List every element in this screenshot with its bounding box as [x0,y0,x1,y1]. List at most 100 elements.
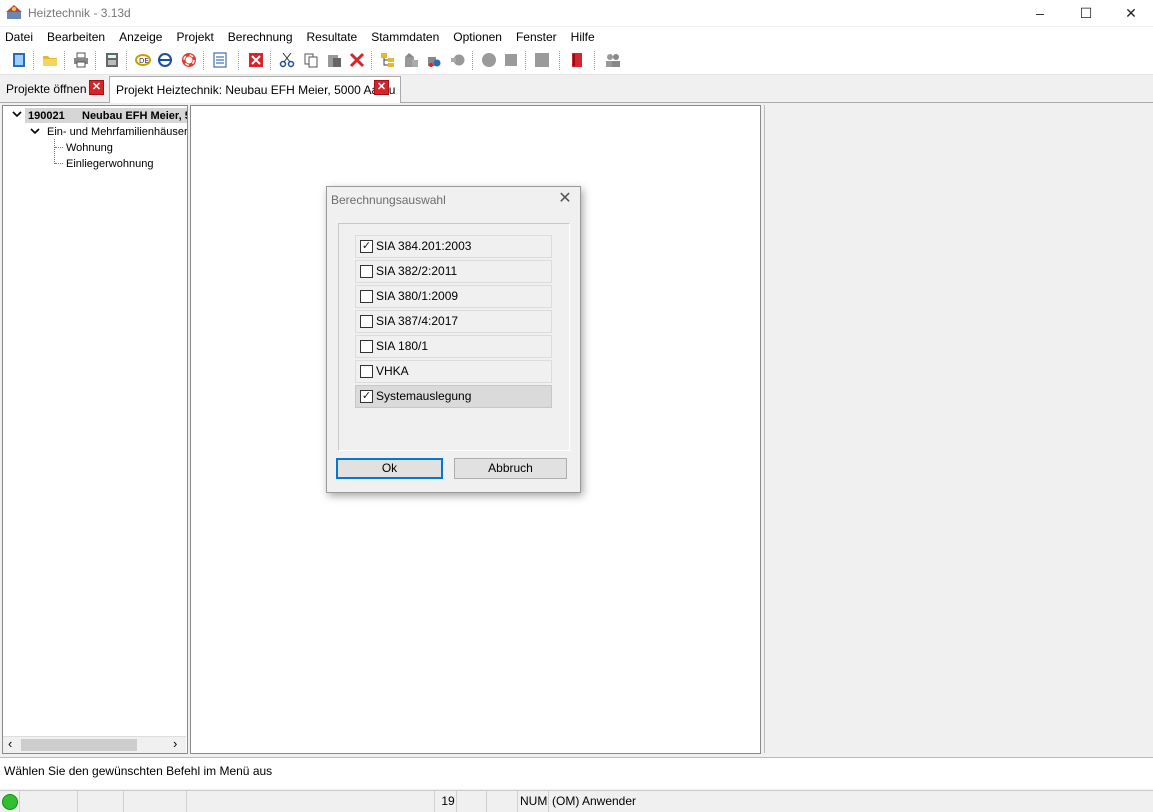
app-icon [6,4,22,20]
title-bar: Heiztechnik - 3.13d – ☐ ✕ [0,0,1153,26]
tree-horizontal-scrollbar[interactable]: ‹ › [3,736,186,753]
tree-item-label: Einliegerwohnung [66,158,154,170]
ok-button[interactable]: Ok [336,458,443,479]
status-bar: 19 NUM (OM) Anwender [0,790,1153,812]
new-project-icon[interactable] [10,51,28,69]
calculator-icon[interactable] [103,51,121,69]
window-title: Heiztechnik - 3.13d [28,6,131,20]
tab-project-heiztechnik[interactable]: Projekt Heiztechnik: Neubau EFH Meier, 5… [109,76,401,103]
option-label: SIA 180/1 [376,339,429,353]
checkbox[interactable] [360,340,373,353]
toolbar: DE [0,47,1153,75]
close-tab-projects-icon[interactable]: ✕ [89,80,104,95]
open-folder-icon[interactable] [41,51,59,69]
checkbox[interactable] [360,315,373,328]
dialog-close-icon[interactable]: ✕ [555,189,575,209]
expand-chevron-icon[interactable] [11,108,23,123]
menu-anzeige[interactable]: Anzeige [112,27,169,47]
option-sia-380-1[interactable]: SIA 380/1:2009 [355,285,552,308]
minimize-button[interactable]: – [1017,0,1063,26]
option-label: Systemauslegung [376,389,472,403]
menu-stammdaten[interactable]: Stammdaten [364,27,446,47]
tree-root-row[interactable]: 190021 Neubau EFH Meier, 50 [3,108,187,123]
checkbox[interactable] [360,365,373,378]
option-sia-384-201[interactable]: ✓ SIA 384.201:2003 [355,235,552,258]
tree-group-label: Ein- und Mehrfamilienhäuser [47,126,188,138]
scrollbar-thumb[interactable] [21,739,137,751]
users-icon[interactable] [604,51,622,69]
delete-box-icon[interactable] [247,51,265,69]
status-message-bar: Wählen Sie den gewünschten Befehl im Men… [0,757,1153,789]
expand-chevron-icon[interactable] [29,125,41,140]
sync-icon[interactable] [156,51,174,69]
building-gray-icon[interactable] [402,51,420,69]
building-color-icon[interactable] [425,51,443,69]
menu-hilfe[interactable]: Hilfe [564,27,602,47]
status-cell [19,791,78,812]
language-icon[interactable]: DE [134,51,152,69]
menu-bearbeiten[interactable]: Bearbeiten [40,27,112,47]
tree-item-wohnung[interactable]: Wohnung [3,140,187,155]
stop-icon[interactable] [502,51,520,69]
status-cell [123,791,187,812]
tree-structure-icon[interactable] [379,51,397,69]
tab-project-label: Projekt Heiztechnik: Neubau EFH Meier, 5… [116,83,396,97]
settings-gray-icon[interactable] [449,51,467,69]
status-num: NUM [517,791,547,812]
option-systemauslegung[interactable]: ✓ Systemauslegung [355,385,552,408]
checkbox-checked[interactable]: ✓ [360,240,373,253]
option-label: SIA 382/2:2011 [376,264,458,278]
tree-item-label: Wohnung [66,142,113,154]
option-sia-387-4[interactable]: SIA 387/4:2017 [355,310,552,333]
square-gray-icon[interactable] [533,51,551,69]
option-sia-382-2[interactable]: SIA 382/2:2011 [355,260,552,283]
scroll-left-icon[interactable]: ‹ [8,736,12,751]
option-vhka[interactable]: VHKA [355,360,552,383]
tree-item-einliegerwohnung[interactable]: Einliegerwohnung [3,156,187,171]
help-lifebuoy-icon[interactable] [180,51,198,69]
cancel-button[interactable]: Abbruch [454,458,567,479]
menu-fenster[interactable]: Fenster [509,27,564,47]
cut-icon[interactable] [278,51,296,69]
status-cell [456,791,487,812]
maximize-button[interactable]: ☐ [1063,0,1109,26]
menu-berechnung[interactable]: Berechnung [221,27,300,47]
checklist-icon[interactable] [211,51,229,69]
print-icon[interactable] [72,51,90,69]
project-tree: 190021 Neubau EFH Meier, 50 Ein- und Meh… [2,105,188,754]
status-user: (OM) Anwender [548,791,1142,812]
record-icon[interactable] [480,51,498,69]
menu-datei[interactable]: Datei [0,27,40,47]
status-cell [77,791,124,812]
book-icon[interactable] [568,51,586,69]
status-ok-icon [2,794,18,810]
scroll-right-icon[interactable]: › [173,736,177,751]
dialog-title: Berechnungsauswahl [331,193,446,207]
tree-root-label: Neubau EFH Meier, 50 [82,110,188,122]
checkbox[interactable] [360,290,373,303]
option-label: SIA 387/4:2017 [376,314,459,328]
menu-projekt[interactable]: Projekt [169,27,220,47]
status-count: 19 [434,791,457,812]
option-sia-180-1[interactable]: SIA 180/1 [355,335,552,358]
menu-resultate[interactable]: Resultate [300,27,365,47]
checkbox-checked[interactable]: ✓ [360,390,373,403]
copy-icon[interactable] [302,51,320,69]
svg-text:DE: DE [139,57,149,65]
status-cell [486,791,518,812]
right-detail-pane [764,105,1153,753]
option-label: SIA 384.201:2003 [376,239,472,253]
paste-icon[interactable] [325,51,343,69]
checkbox[interactable] [360,265,373,278]
status-cell [186,791,435,812]
delete-icon[interactable] [348,51,366,69]
close-window-button[interactable]: ✕ [1108,0,1153,26]
close-tab-project-icon[interactable]: ✕ [374,80,389,95]
tree-group-row[interactable]: Ein- und Mehrfamilienhäuser [3,124,187,139]
calculation-selection-dialog: Berechnungsauswahl ✕ ✓ SIA 384.201:2003 … [326,186,581,493]
status-message: Wählen Sie den gewünschten Befehl im Men… [4,764,273,778]
tab-projects-label: Projekte öffnen [6,82,87,96]
menu-optionen[interactable]: Optionen [446,27,509,47]
option-label: VHKA [376,364,409,378]
tree-root-id: 190021 [28,110,65,122]
